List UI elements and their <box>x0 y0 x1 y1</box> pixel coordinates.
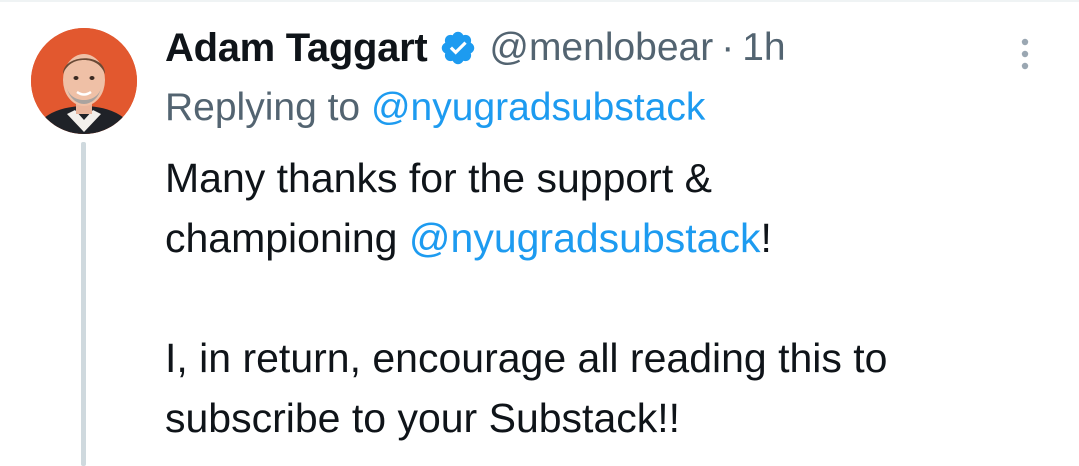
more-options-icon[interactable] <box>1012 34 1038 74</box>
author-handle[interactable]: @menlobear <box>489 26 713 70</box>
tweet-text-line: I, in return, encourage all reading this… <box>165 335 888 381</box>
body-mention-link[interactable]: @nyugradsubstack <box>409 215 761 261</box>
tweet-text-fragment: championing <box>165 215 409 261</box>
top-divider <box>0 0 1079 2</box>
tweet-text-line: Many thanks for the support & <box>165 155 712 201</box>
verified-badge-icon[interactable] <box>439 29 477 67</box>
tweet-text: Many thanks for the support & championin… <box>165 148 1045 448</box>
tweet-text-line: subscribe to your Substack!! <box>165 395 681 441</box>
separator-dot: · <box>721 26 735 69</box>
thread-connector-line <box>81 142 86 466</box>
tweet-text-fragment: ! <box>760 215 772 261</box>
tweet-text-line: championing @nyugradsubstack! <box>165 208 1045 268</box>
replying-to-line: Replying to @nyugradsubstack <box>165 82 705 134</box>
avatar[interactable] <box>31 28 137 134</box>
replying-to-mention-link[interactable]: @nyugradsubstack <box>371 86 705 130</box>
replying-to-label: Replying to <box>165 86 361 129</box>
tweet-header: Adam Taggart @menlobear · 1h <box>165 22 786 74</box>
author-display-name[interactable]: Adam Taggart <box>165 26 428 71</box>
timestamp[interactable]: 1h <box>742 26 785 70</box>
